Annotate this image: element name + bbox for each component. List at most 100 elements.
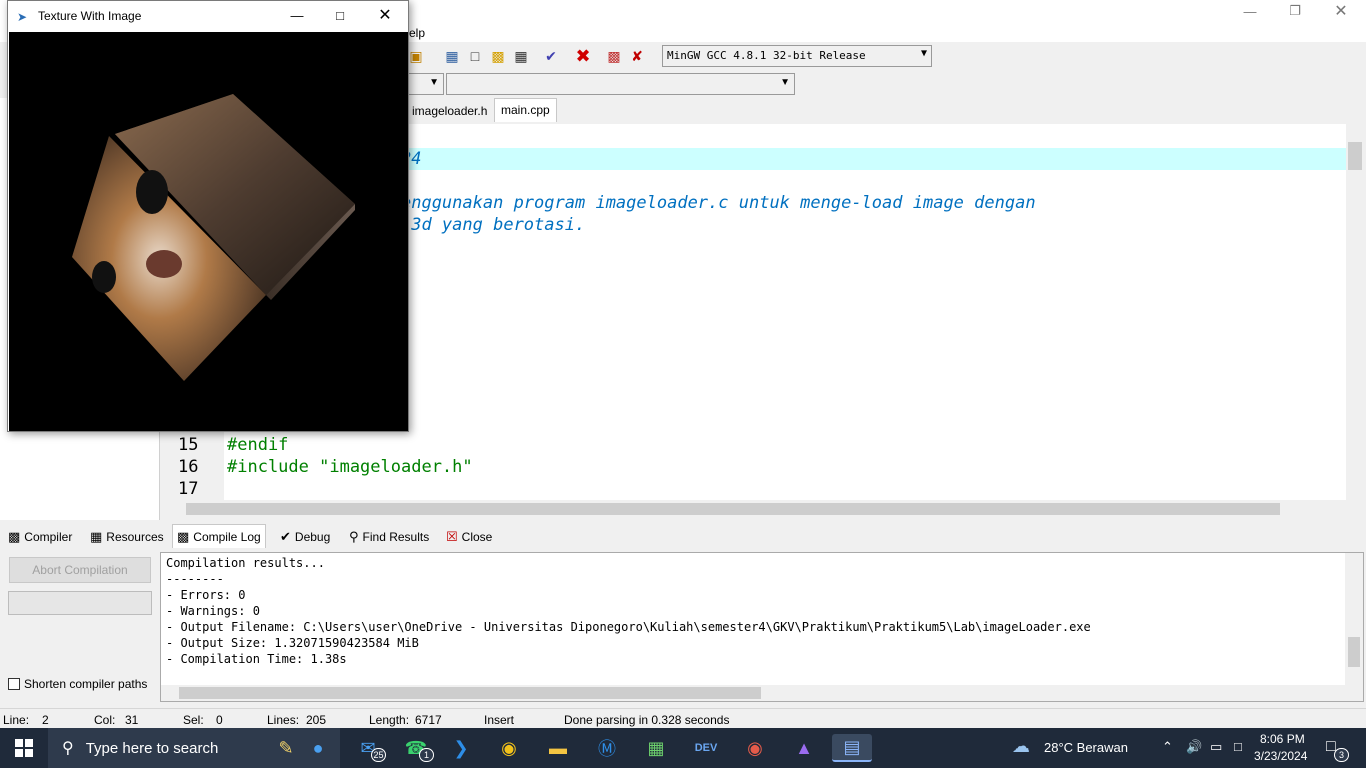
gl-close-button[interactable]: ✕ bbox=[362, 4, 408, 26]
start-button[interactable] bbox=[0, 728, 48, 768]
devcpp-icon: DEV bbox=[694, 742, 718, 754]
status-bar: Line: 2 Col: 31 Sel: 0 Lines: 205 Length… bbox=[0, 708, 1366, 728]
taskbar-app-editor[interactable]: ▦ bbox=[636, 734, 676, 762]
profile-delete-icon[interactable]: ✘ bbox=[627, 46, 647, 66]
taskbar-app-chrome[interactable]: ◉ bbox=[489, 734, 529, 762]
code-line[interactable]: 15 #endif bbox=[164, 434, 1346, 456]
cat-nose bbox=[146, 250, 182, 278]
log-line: - Errors: 0 bbox=[166, 588, 246, 602]
notification-badge: 3 bbox=[1334, 748, 1349, 762]
app-logo-icon: ➤ bbox=[17, 10, 28, 24]
tab-main-cpp[interactable]: main.cpp bbox=[494, 98, 557, 122]
windows-icon bbox=[15, 739, 33, 757]
gl-canvas[interactable] bbox=[9, 32, 408, 431]
cat-eye bbox=[92, 261, 116, 293]
class-combo[interactable]: ▼ bbox=[407, 73, 444, 95]
log-line: - Compilation Time: 1.38s bbox=[166, 652, 347, 666]
tab-debug[interactable]: ✔ Debug bbox=[280, 527, 330, 547]
log-line: -------- bbox=[166, 572, 224, 586]
close-button[interactable]: ✕ bbox=[1318, 0, 1364, 22]
layout-icon[interactable]: ▦ bbox=[511, 46, 531, 66]
taskbar-app-devcpp[interactable]: DEV bbox=[686, 734, 726, 762]
folder-icon: ▬ bbox=[549, 737, 567, 758]
function-combo[interactable]: ▼ bbox=[446, 73, 795, 95]
color-grid-icon[interactable]: ▩ bbox=[488, 46, 508, 66]
taskbar-app-copilot[interactable]: ● bbox=[298, 734, 338, 762]
log-line: - Output Filename: C:\Users\user\OneDriv… bbox=[166, 620, 1091, 634]
code-line[interactable]: 17 bbox=[164, 478, 1346, 500]
opengl-window[interactable]: ➤ Texture With Image — □ ✕ bbox=[7, 0, 409, 432]
skype-icon: Ⓜ bbox=[598, 739, 616, 759]
shorten-paths-checkbox[interactable]: Shorten compiler paths bbox=[8, 677, 147, 691]
editor-horizontal-scrollbar[interactable] bbox=[164, 500, 1366, 518]
paint-drop-icon: ▲ bbox=[795, 737, 813, 758]
tab-resources[interactable]: ▦ Resources bbox=[90, 527, 164, 547]
code-line[interactable]: 16 #include "imageloader.h" bbox=[164, 456, 1346, 478]
taskbar-app-paint[interactable]: ▲ bbox=[784, 734, 824, 762]
log-vertical-scrollbar[interactable] bbox=[1345, 553, 1363, 685]
clock-date[interactable]: 3/23/2024 bbox=[1254, 749, 1307, 763]
volume-icon[interactable]: 🔊 bbox=[1186, 739, 1202, 755]
log-horizontal-scrollbar[interactable] bbox=[161, 685, 1363, 701]
gl-maximize-button[interactable]: □ bbox=[317, 4, 363, 26]
taskbar-app-explorer[interactable]: ▬ bbox=[538, 734, 578, 762]
tab-close[interactable]: ☒ Close bbox=[446, 527, 492, 547]
compile-progress-bar bbox=[8, 591, 152, 615]
window-icon[interactable]: □ bbox=[465, 46, 485, 66]
chart-icon: ▩ bbox=[177, 528, 190, 544]
opengl-app-icon: ▤ bbox=[843, 736, 861, 757]
check-icon[interactable]: ✔ bbox=[541, 46, 561, 66]
rotating-cube bbox=[72, 94, 355, 381]
taskbar-app-vscode[interactable]: ❯ bbox=[441, 734, 481, 762]
chevron-down-icon: ▼ bbox=[780, 77, 790, 88]
compiler-select[interactable]: MinGW GCC 4.8.1 32-bit Release ▼ bbox=[662, 45, 932, 67]
clock-time[interactable]: 8:06 PM bbox=[1260, 732, 1305, 746]
taskbar-app-skype[interactable]: Ⓜ bbox=[587, 734, 627, 762]
tab-imageloader-h[interactable]: imageloader.h bbox=[406, 100, 493, 122]
toggle-icon[interactable]: ▣ bbox=[406, 46, 426, 66]
search-icon: ⚲ bbox=[62, 740, 74, 757]
cat-eye bbox=[136, 170, 168, 214]
network-icon[interactable]: □ bbox=[1234, 739, 1242, 754]
shorten-paths-label: Shorten compiler paths bbox=[24, 677, 148, 691]
status-col: 31 bbox=[125, 713, 139, 727]
log-line: - Output Size: 1.32071590423584 MiB bbox=[166, 636, 419, 650]
taskbar-app-mail[interactable]: ✉ 25 bbox=[348, 734, 388, 762]
battery-icon[interactable]: ▭ bbox=[1210, 739, 1222, 755]
gl-minimize-button[interactable]: — bbox=[274, 4, 320, 26]
log-line: Compilation results... bbox=[166, 556, 325, 570]
taskbar-app-opengl[interactable]: ▤ bbox=[832, 734, 872, 762]
taskbar-app-whatsapp[interactable]: ☎ 1 bbox=[396, 734, 436, 762]
close-panel-icon: ☒ bbox=[446, 529, 458, 544]
copilot-icon: ● bbox=[312, 737, 324, 758]
editor-vertical-scrollbar[interactable] bbox=[1346, 124, 1366, 500]
status-length: 6717 bbox=[415, 713, 442, 727]
log-line: - Warnings: 0 bbox=[166, 604, 260, 618]
search-placeholder: Type here to search bbox=[85, 739, 219, 757]
compile-log-output[interactable]: Compilation results... -------- - Errors: … bbox=[160, 552, 1364, 702]
tab-compile-log[interactable]: ▩ Compile Log bbox=[172, 524, 266, 548]
whatsapp-badge: 1 bbox=[419, 748, 434, 762]
weather-text[interactable]: 28°C Berawan bbox=[1044, 740, 1128, 755]
weather-icon[interactable]: ☁ bbox=[1012, 736, 1030, 757]
checkbox-box[interactable] bbox=[8, 678, 20, 690]
menu-help[interactable]: elp bbox=[409, 26, 425, 40]
grid-icon[interactable]: ▦ bbox=[442, 46, 462, 66]
debug-icon: ✔ bbox=[280, 529, 291, 544]
vscode-icon: ❯ bbox=[453, 737, 469, 758]
abort-compilation-button[interactable]: Abort Compilation bbox=[9, 557, 151, 583]
chart-icon[interactable]: ▩ bbox=[604, 46, 624, 66]
resources-icon: ▦ bbox=[90, 529, 103, 544]
status-mode: Insert bbox=[484, 713, 515, 727]
code-text: #endif bbox=[227, 435, 289, 455]
delete-icon[interactable]: ✖ bbox=[573, 46, 593, 66]
minimize-button[interactable]: — bbox=[1227, 0, 1273, 22]
taskbar-app-chrome-profile[interactable]: ◉ bbox=[735, 734, 775, 762]
status-message: Done parsing in 0.328 seconds bbox=[564, 713, 730, 727]
tab-compiler[interactable]: ▩ Compiler bbox=[8, 527, 72, 547]
chevron-up-icon[interactable]: ⌃ bbox=[1162, 739, 1173, 755]
compiler-select-value: MinGW GCC 4.8.1 32-bit Release bbox=[667, 49, 866, 62]
chrome-icon: ◉ bbox=[501, 737, 517, 758]
restore-button[interactable]: ❐ bbox=[1272, 0, 1318, 22]
tab-find-results[interactable]: ⚲ Find Results bbox=[349, 527, 429, 547]
